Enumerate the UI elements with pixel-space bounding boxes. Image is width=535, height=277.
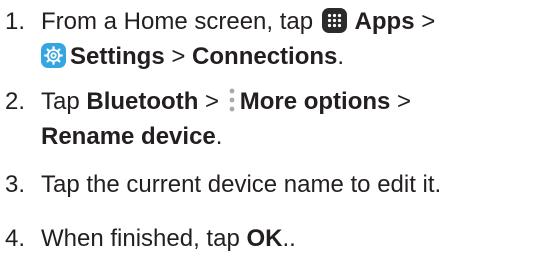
more-options-icon [228,87,236,113]
bluetooth-label: Bluetooth [86,88,199,115]
connections-label: Connections [192,43,338,70]
settings-gear-icon [41,43,66,68]
ok-label: OK [246,225,283,252]
separator: > [164,43,193,70]
step-2-continued: Rename device. [41,119,222,154]
separator: > [198,88,226,115]
step-text: Tap [41,88,87,115]
step-text: From a Home screen, tap [41,8,320,35]
step-number: 2. [5,88,26,115]
apps-label: Apps [348,8,415,35]
step-number: 3. [5,171,26,198]
step-text: When finished, tap [41,225,247,252]
settings-label: Settings [70,43,165,70]
step-number: 1. [5,8,26,35]
step-4: 4. When finished, tap OK.. [5,221,296,256]
step-1-continued: Settings > Connections. [41,39,344,74]
step-text: Tap the current device name to edit it. [41,171,442,198]
step-2: 2. Tap Bluetooth > More options > [5,84,411,119]
period: . [337,43,345,70]
separator: > [390,88,412,115]
step-1: 1. From a Home screen, tap Apps > [5,4,435,39]
step-3: 3. Tap the current device name to edit it… [5,167,441,202]
more-options-label: More options [239,88,391,115]
period: .. [282,225,296,252]
separator: > [414,8,436,35]
apps-grid-icon [321,8,347,33]
rename-device-label: Rename device [41,123,216,150]
step-number: 4. [5,225,26,252]
period: . [215,123,223,150]
